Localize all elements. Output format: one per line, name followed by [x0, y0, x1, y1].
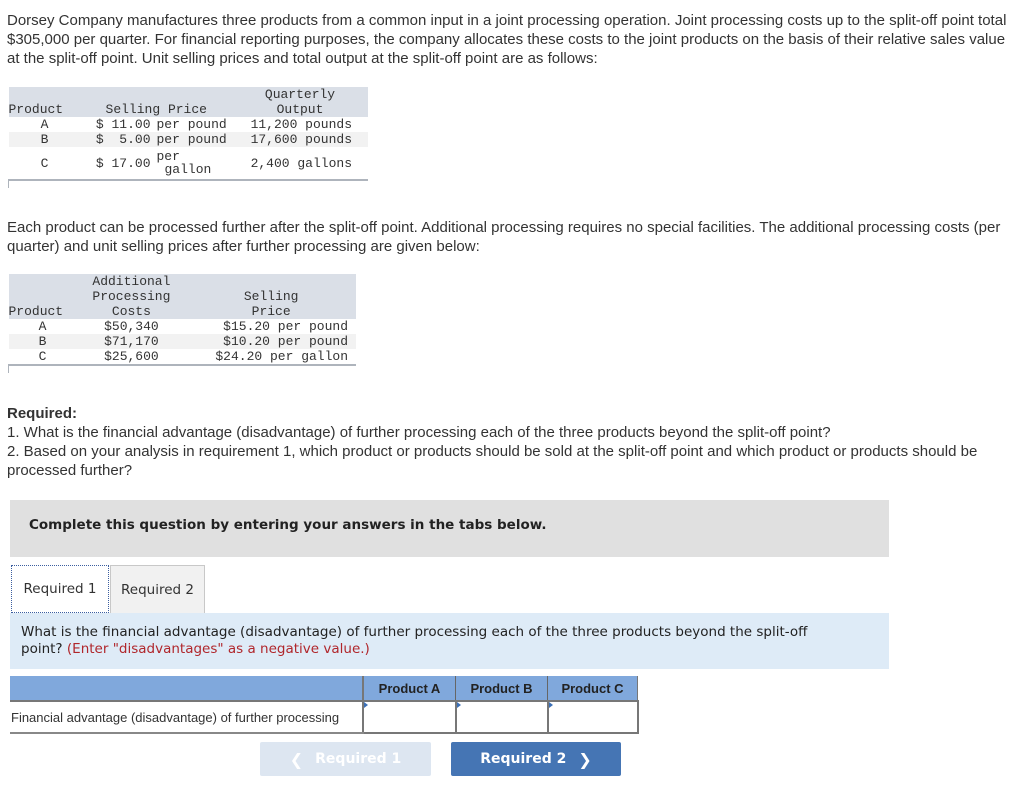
table-row: Financial advantage (disadvantage) of fu…: [10, 700, 639, 734]
requirement-2: 2. Based on your analysis in requirement…: [7, 443, 978, 479]
table-row: B $71,170 $10.20 per pound: [8, 334, 356, 349]
table-row: A $ 11.00 per pound 11,200 pounds: [40, 117, 352, 132]
table-row: C $25,600 $24.20 per gallon: [38, 349, 348, 364]
chevron-left-icon: ❮: [289, 749, 304, 769]
next-required-2-button[interactable]: Required 2 ❯: [451, 742, 621, 776]
col-header-selling-price: Selling Price: [186, 274, 356, 319]
product-c-input[interactable]: [548, 702, 637, 732]
problem-intro: Dorsey Company manufactures three produc…: [7, 12, 1007, 67]
chevron-right-icon: ❯: [578, 749, 592, 769]
instructions-panel: Complete this question by entering your …: [10, 500, 889, 557]
split-off-table: Product Selling Price Quarterly Output A…: [8, 87, 368, 188]
col-header-product-a: Product A: [363, 676, 456, 702]
product-b-input[interactable]: [456, 702, 547, 732]
required-section: Required: 1. What is the financial advan…: [7, 404, 1007, 480]
input-marker-icon: [456, 702, 461, 708]
col-header-additional-costs: Additional Processing Costs: [76, 274, 187, 319]
table-row: A $50,340 $15.20 per pound: [38, 319, 348, 334]
tab-required-2[interactable]: Required 2: [110, 565, 205, 613]
col-header-product: Product: [8, 274, 77, 319]
further-processing-table: Product Additional Processing Costs Sell…: [8, 274, 356, 373]
col-header-product: Product: [8, 87, 81, 117]
col-header-quarterly-output: Quarterly Output: [232, 87, 368, 117]
answer-table: Product A Product B Product C Financial …: [10, 676, 639, 734]
table-footer-rule: [8, 364, 356, 373]
question-box: What is the financial advantage (disadva…: [10, 613, 889, 669]
col-header-selling-price: Selling Price: [80, 87, 232, 117]
col-header-product-c: Product C: [547, 676, 638, 702]
tab-required-1[interactable]: Required 1: [11, 565, 109, 613]
table-row: B $ 5.00 per pound 17,600 pounds: [8, 132, 368, 147]
input-marker-icon: [364, 702, 368, 708]
instructions-text: Complete this question by entering your …: [29, 517, 547, 533]
input-marker-icon: [548, 702, 553, 708]
prev-required-1-button[interactable]: ❮ Required 1: [260, 742, 431, 776]
answer-header-blank: [10, 676, 364, 702]
col-header-product-b: Product B: [455, 676, 548, 702]
further-processing-text: Each product can be processed further af…: [7, 219, 1001, 255]
table-footer-rule: [8, 179, 368, 188]
required-title: Required:: [7, 405, 78, 422]
product-a-input[interactable]: [364, 702, 455, 732]
question-hint: (Enter "disadvantages" as a negative val…: [66, 641, 370, 657]
row-label-financial-advantage: Financial advantage (disadvantage) of fu…: [10, 701, 364, 734]
requirement-1: 1. What is the financial advantage (disa…: [7, 424, 831, 441]
table-row: C $ 17.00 per gallon 2,400 gallons: [40, 149, 352, 177]
